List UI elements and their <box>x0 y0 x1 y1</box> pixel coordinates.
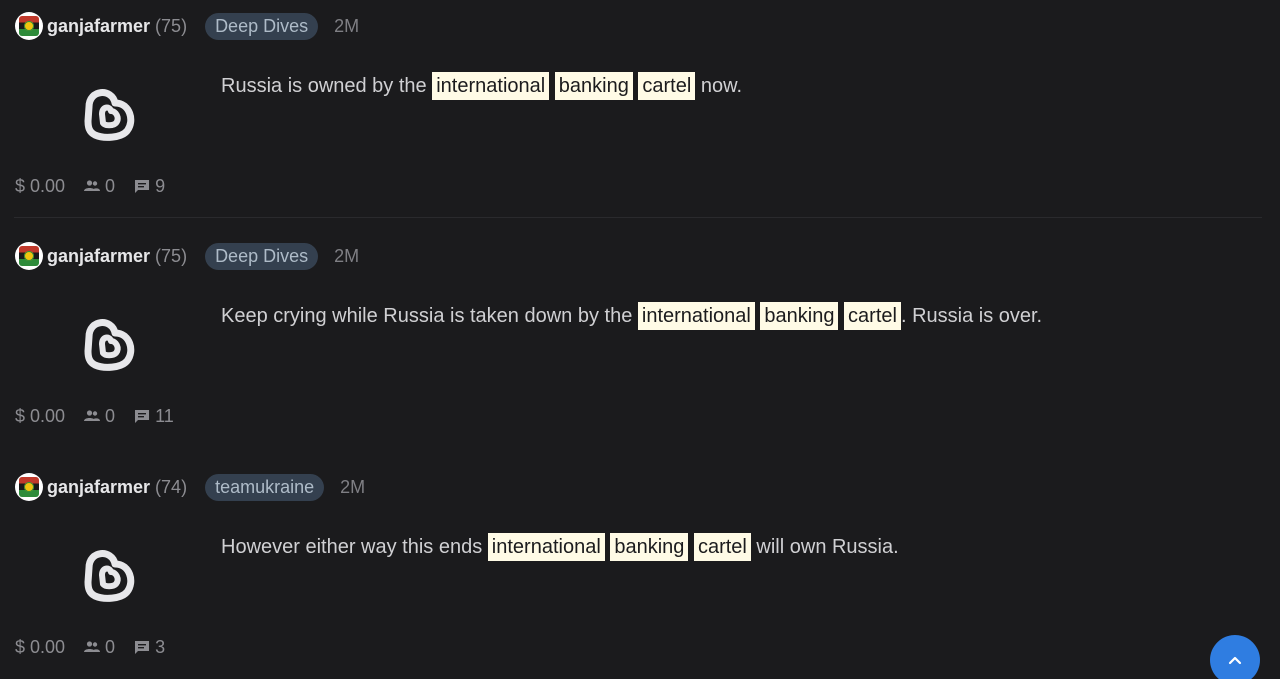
post-footer: $ 0.00 0 3 <box>15 635 165 659</box>
highlight-term: banking <box>760 302 839 330</box>
replies-count: 11 <box>155 405 174 426</box>
people-icon <box>84 641 101 652</box>
payout-value[interactable]: $ 0.00 <box>15 637 65 658</box>
highlight-term: international <box>432 72 550 100</box>
highlight-term: cartel <box>693 533 751 561</box>
author-reputation: (74) <box>155 476 188 497</box>
replies[interactable]: 11 <box>134 406 174 427</box>
post-feed: ganjafarmer (75) Deep Dives 2M Russia is… <box>0 0 1280 679</box>
post-age: 2M <box>334 245 360 266</box>
post-age: 2M <box>340 476 366 497</box>
author-name[interactable]: ganjafarmer <box>47 16 150 37</box>
votes-count: 0 <box>105 175 116 196</box>
post-item: ganjafarmer (75) Deep Dives 2M Keep cryi… <box>0 230 1280 460</box>
author-reputation: (75) <box>155 15 188 36</box>
votes-count: 0 <box>105 405 116 426</box>
highlight-term: banking <box>610 533 689 561</box>
post-item: ganjafarmer (75) Deep Dives 2M Russia is… <box>0 0 1280 230</box>
replies[interactable]: 3 <box>134 637 165 658</box>
votes[interactable]: 0 <box>84 176 115 197</box>
replies-count: 9 <box>155 175 166 196</box>
replies[interactable]: 9 <box>134 176 165 197</box>
author-name[interactable]: ganjafarmer <box>47 246 150 267</box>
reggae-flag-avatar-icon[interactable] <box>15 242 43 270</box>
reggae-flag-avatar-icon[interactable] <box>15 473 43 501</box>
hive-blog-logo-icon[interactable] <box>78 83 136 141</box>
body-text-before: Keep crying while Russia is taken down b… <box>221 305 638 327</box>
people-icon <box>84 410 101 421</box>
comment-icon <box>135 409 150 423</box>
post-divider <box>14 217 1262 218</box>
body-text-after: will own Russia. <box>750 536 899 558</box>
body-text-after: now. <box>695 75 742 97</box>
hive-blog-logo-icon[interactable] <box>78 313 136 371</box>
replies-count: 3 <box>155 636 166 657</box>
author-reputation: (75) <box>155 245 188 266</box>
highlight-term: cartel <box>844 302 901 330</box>
votes[interactable]: 0 <box>84 637 115 658</box>
payout-value[interactable]: $ 0.00 <box>15 406 65 427</box>
post-header: ganjafarmer (74) teamukraine 2M <box>15 472 365 502</box>
highlight-term: banking <box>554 72 633 100</box>
people-icon <box>84 180 101 191</box>
post-body[interactable]: Russia is owned by the international ban… <box>221 72 742 100</box>
post-item: ganjafarmer (74) teamukraine 2M However … <box>0 461 1280 679</box>
post-footer: $ 0.00 0 11 <box>15 404 174 428</box>
votes-count: 0 <box>105 636 116 657</box>
scroll-to-top-button[interactable] <box>1210 635 1260 679</box>
post-footer: $ 0.00 0 9 <box>15 174 165 198</box>
body-text-after: . Russia is over. <box>900 305 1043 327</box>
comment-icon <box>135 640 150 654</box>
hive-blog-logo-icon[interactable] <box>78 544 136 602</box>
highlight-term: international <box>637 302 755 330</box>
payout-value[interactable]: $ 0.00 <box>15 176 65 197</box>
votes[interactable]: 0 <box>84 406 115 427</box>
post-body[interactable]: Keep crying while Russia is taken down b… <box>221 302 1042 330</box>
community-badge[interactable]: Deep Dives <box>205 12 319 40</box>
post-body[interactable]: However either way this ends internation… <box>221 533 899 561</box>
chevron-up-icon <box>1228 656 1242 665</box>
body-text-before: However either way this ends <box>221 536 488 558</box>
post-age: 2M <box>334 15 360 36</box>
comment-icon <box>135 179 150 193</box>
post-header: ganjafarmer (75) Deep Dives 2M <box>15 11 359 41</box>
body-text-before: Russia is owned by the <box>221 75 433 97</box>
community-badge[interactable]: Deep Dives <box>205 242 319 270</box>
highlight-term: international <box>487 533 605 561</box>
reggae-flag-avatar-icon[interactable] <box>15 12 43 40</box>
post-header: ganjafarmer (75) Deep Dives 2M <box>15 241 359 271</box>
community-badge[interactable]: teamukraine <box>205 473 325 501</box>
author-name[interactable]: ganjafarmer <box>47 477 150 498</box>
highlight-term: cartel <box>638 72 696 100</box>
